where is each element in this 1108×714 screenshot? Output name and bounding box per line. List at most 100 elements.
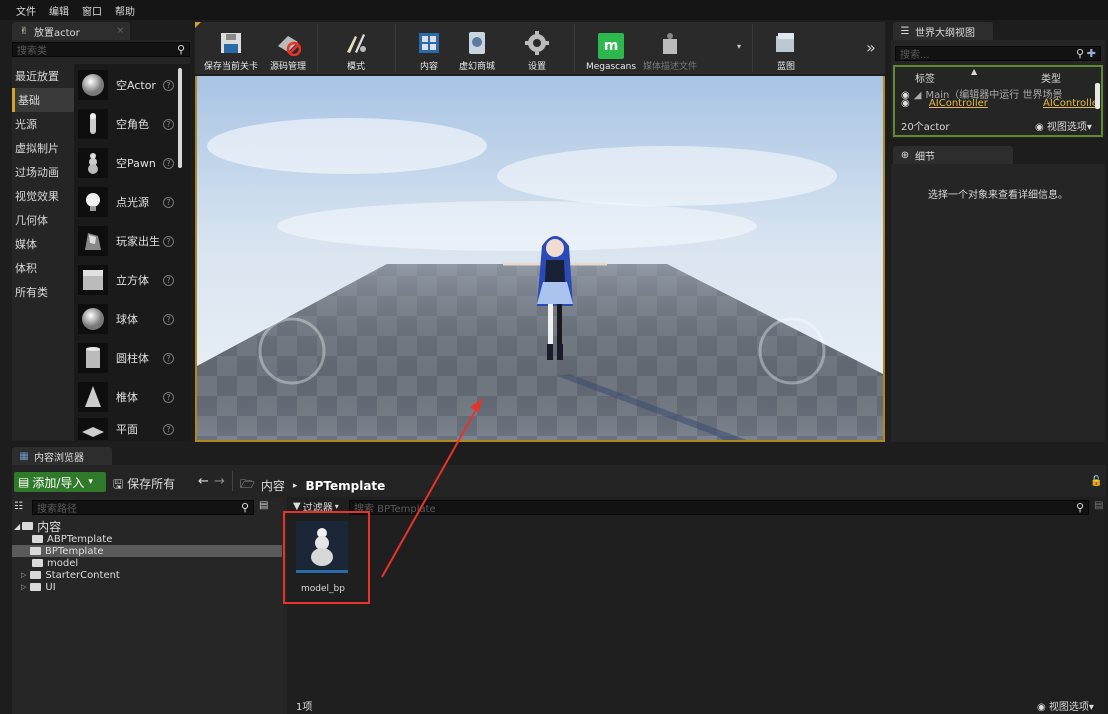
actor-item-empty-character[interactable]: 空角色? <box>78 109 176 139</box>
category-recent[interactable]: 最近放置 <box>12 64 74 88</box>
megascans-button[interactable]: m Megascans <box>583 24 639 72</box>
asset-view: ▼ 过滤器 ▾ 搜索 BPTemplate ⚲ ▤ model_bp 1项 ◉ 视图… <box>283 398 1106 714</box>
blueprints-button[interactable]: 蓝图 <box>768 24 804 72</box>
modes-icon <box>343 30 369 56</box>
save-level-button[interactable]: 保存当前关卡 <box>200 24 262 72</box>
toolbar-separator <box>574 24 575 72</box>
save-all-button[interactable]: 🖫 保存所有 <box>113 475 175 496</box>
settings-button[interactable]: 设置 <box>515 24 559 72</box>
path-search-input[interactable]: 搜索路径 ⚲ <box>32 500 254 515</box>
column-label-header[interactable]: 标签 <box>915 70 935 85</box>
help-icon[interactable]: ? <box>163 314 174 325</box>
actor-item-cube[interactable]: 立方体? <box>78 265 176 295</box>
character-icon <box>78 109 108 139</box>
modes-button[interactable]: 模式 <box>336 24 376 72</box>
tree-item-ui[interactable]: ▷ UI <box>14 581 282 593</box>
menu-bar: 文件 编辑 窗口 帮助 <box>0 0 1108 20</box>
search-icon: ⚲ <box>1075 47 1084 60</box>
menu-window[interactable]: 窗口 <box>82 3 102 18</box>
category-media[interactable]: 媒体 <box>12 232 74 256</box>
tab-place-actor[interactable]: ✌ 放置actor × <box>12 22 130 40</box>
save-icon <box>218 30 244 56</box>
content-button[interactable]: 内容 <box>413 24 445 72</box>
sphere-icon <box>78 304 108 334</box>
outliner-search-input[interactable]: 搜索... ⚲ ✚ <box>895 46 1101 61</box>
sources-panel: ☷ 搜索路径 ⚲ ▤ ◢ 内容 ABPTemplate BPTemplate mo… <box>12 497 284 714</box>
outliner-scrollbar[interactable] <box>1095 83 1100 109</box>
tab-world-outliner[interactable]: ☰ 世界大纲视图 <box>893 22 993 40</box>
outliner-view-options[interactable]: ◉ 视图选项▾ <box>1035 118 1092 133</box>
menu-edit[interactable]: 编辑 <box>49 3 69 18</box>
category-volumes[interactable]: 体积 <box>12 256 74 280</box>
category-all-classes[interactable]: 所有类 <box>12 280 74 304</box>
outliner-row-aicontroller[interactable]: ◉ AIController AIController <box>901 98 1099 109</box>
menu-help[interactable]: 帮助 <box>115 3 135 18</box>
forward-button[interactable]: → <box>214 474 225 489</box>
category-lights[interactable]: 光源 <box>12 112 74 136</box>
eye-icon[interactable]: ◉ <box>901 98 910 109</box>
asset-count: 1项 <box>296 702 313 713</box>
marketplace-button[interactable]: 虚幻商城 <box>453 24 501 72</box>
actor-item-cone[interactable]: 椎体? <box>78 382 176 412</box>
lock-icon[interactable]: 🔓 <box>1090 476 1102 487</box>
category-cinematic[interactable]: 过场动画 <box>12 160 74 184</box>
asset-view-options[interactable]: ◉ 视图选项▾ <box>1037 698 1094 713</box>
actor-item-point-light[interactable]: 点光源? <box>78 187 176 217</box>
toolbar-overflow-button[interactable]: » <box>866 38 876 57</box>
close-tab-icon[interactable]: × <box>116 26 124 36</box>
tree-item-content[interactable]: ◢ 内容 <box>14 519 282 534</box>
actor-item-cylinder[interactable]: 圆柱体? <box>78 343 176 373</box>
media-profile-button[interactable]: 媒体描述文件 <box>634 24 706 72</box>
help-icon[interactable]: ? <box>163 236 174 247</box>
tree-item-startercontent[interactable]: ▷ StarterContent <box>14 569 282 581</box>
help-icon[interactable]: ? <box>163 158 174 169</box>
back-button[interactable]: ← <box>198 474 209 489</box>
help-icon[interactable]: ? <box>163 275 174 286</box>
category-visual-effects[interactable]: 视觉效果 <box>12 184 74 208</box>
tree-item-model[interactable]: model <box>14 557 282 569</box>
folder-icon <box>22 522 34 530</box>
help-icon[interactable]: ? <box>163 392 174 403</box>
actor-list-scrollbar[interactable] <box>178 68 182 168</box>
sources-toggle-icon[interactable]: ☷ <box>14 501 23 512</box>
point-light-icon <box>78 187 108 217</box>
eye-icon: ◉ <box>1037 702 1046 713</box>
breadcrumb-content[interactable]: 内容 <box>261 477 285 494</box>
toolbar-separator <box>317 24 318 72</box>
actor-item-sphere[interactable]: 球体? <box>78 304 176 334</box>
category-geometry[interactable]: 几何体 <box>12 208 74 232</box>
add-import-button[interactable]: ▤ 添加/导入 ▾ <box>14 472 106 492</box>
column-type-header[interactable]: 类型 <box>1041 70 1061 85</box>
source-control-button[interactable]: 源码管理 <box>264 24 312 72</box>
tree-item-bptemplate[interactable]: BPTemplate <box>12 545 282 557</box>
help-icon[interactable]: ? <box>163 424 174 435</box>
path-view-options-icon[interactable]: ▤ <box>259 500 268 511</box>
category-virtual-production[interactable]: 虚拟制片 <box>12 136 74 160</box>
help-icon[interactable]: ? <box>163 80 174 91</box>
folder-icon <box>30 547 41 555</box>
category-basic[interactable]: 基础 <box>12 88 74 112</box>
tree-item-abptemplate[interactable]: ABPTemplate <box>14 533 282 545</box>
help-icon[interactable]: ? <box>163 119 174 130</box>
actor-item-empty-actor[interactable]: 空Actor? <box>78 70 176 100</box>
class-search-input[interactable]: 搜索类 ⚲ <box>12 42 190 57</box>
source-control-icon <box>275 30 301 56</box>
category-list: 最近放置 基础 光源 虚拟制片 过场动画 视觉效果 几何体 媒体 体积 所有类 <box>12 64 74 304</box>
actor-item-plane[interactable]: 平面? <box>78 418 176 440</box>
actor-item-empty-pawn[interactable]: 空Pawn? <box>78 148 176 178</box>
menu-file[interactable]: 文件 <box>16 3 36 18</box>
tab-content-browser[interactable]: ▦ 内容浏览器 <box>12 447 112 465</box>
help-icon[interactable]: ? <box>163 353 174 364</box>
save-search-icon[interactable]: ▤ <box>1094 500 1103 511</box>
toolbar-separator <box>395 24 396 72</box>
add-actor-icon[interactable]: ✚ <box>1087 47 1096 60</box>
tab-details[interactable]: ⊕ 细节 <box>893 146 1013 164</box>
actor-item-player-start[interactable]: 玩家出生? <box>78 226 176 256</box>
gear-icon <box>524 30 550 56</box>
chevron-down-icon[interactable]: ▾ <box>737 42 741 51</box>
search-icon: ⚲ <box>176 43 185 56</box>
save-icon: 🖫 <box>113 477 124 491</box>
nav-separator <box>232 471 233 491</box>
help-icon[interactable]: ? <box>163 197 174 208</box>
folder-icon <box>32 559 43 567</box>
